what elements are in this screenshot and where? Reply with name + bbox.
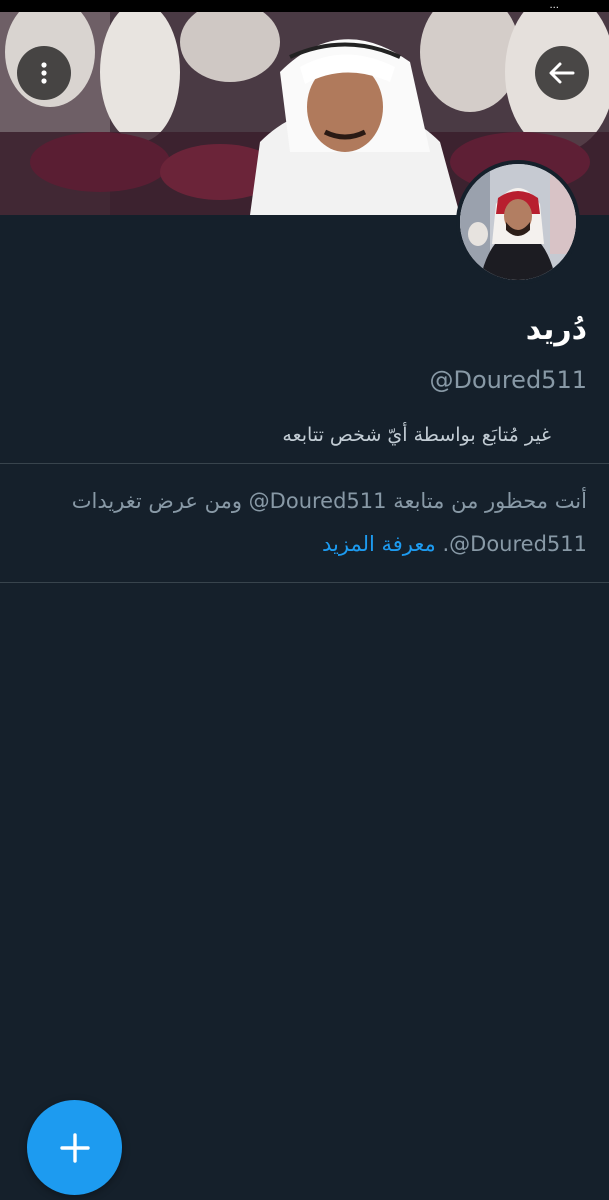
plus-icon [59, 1132, 90, 1163]
followers-you-follow-note: غير مُتابَع بواسطة أيّ شخص تتابعه [282, 424, 551, 446]
more-options-button[interactable] [17, 46, 71, 100]
profile-handle: @Doured511 [429, 366, 587, 394]
divider [0, 582, 609, 583]
learn-more-link[interactable]: معرفة المزيد [322, 532, 436, 556]
blocked-notice: أنت محظور من متابعة ‎@Doured511‎ ومن عرض… [70, 480, 587, 566]
arrow-left-icon [549, 62, 575, 84]
profile-avatar[interactable] [456, 160, 580, 284]
status-text: ... [549, 0, 559, 11]
status-bar: ... [0, 0, 609, 12]
avatar-image [460, 164, 576, 280]
back-button[interactable] [535, 46, 589, 100]
compose-tweet-button[interactable] [27, 1100, 122, 1195]
divider [0, 463, 609, 464]
more-vertical-icon [41, 62, 47, 84]
profile-screen: ... دُريد @Doured511 غير مُتابَع بواسطة … [0, 0, 609, 1200]
profile-display-name: دُريد [525, 312, 587, 347]
